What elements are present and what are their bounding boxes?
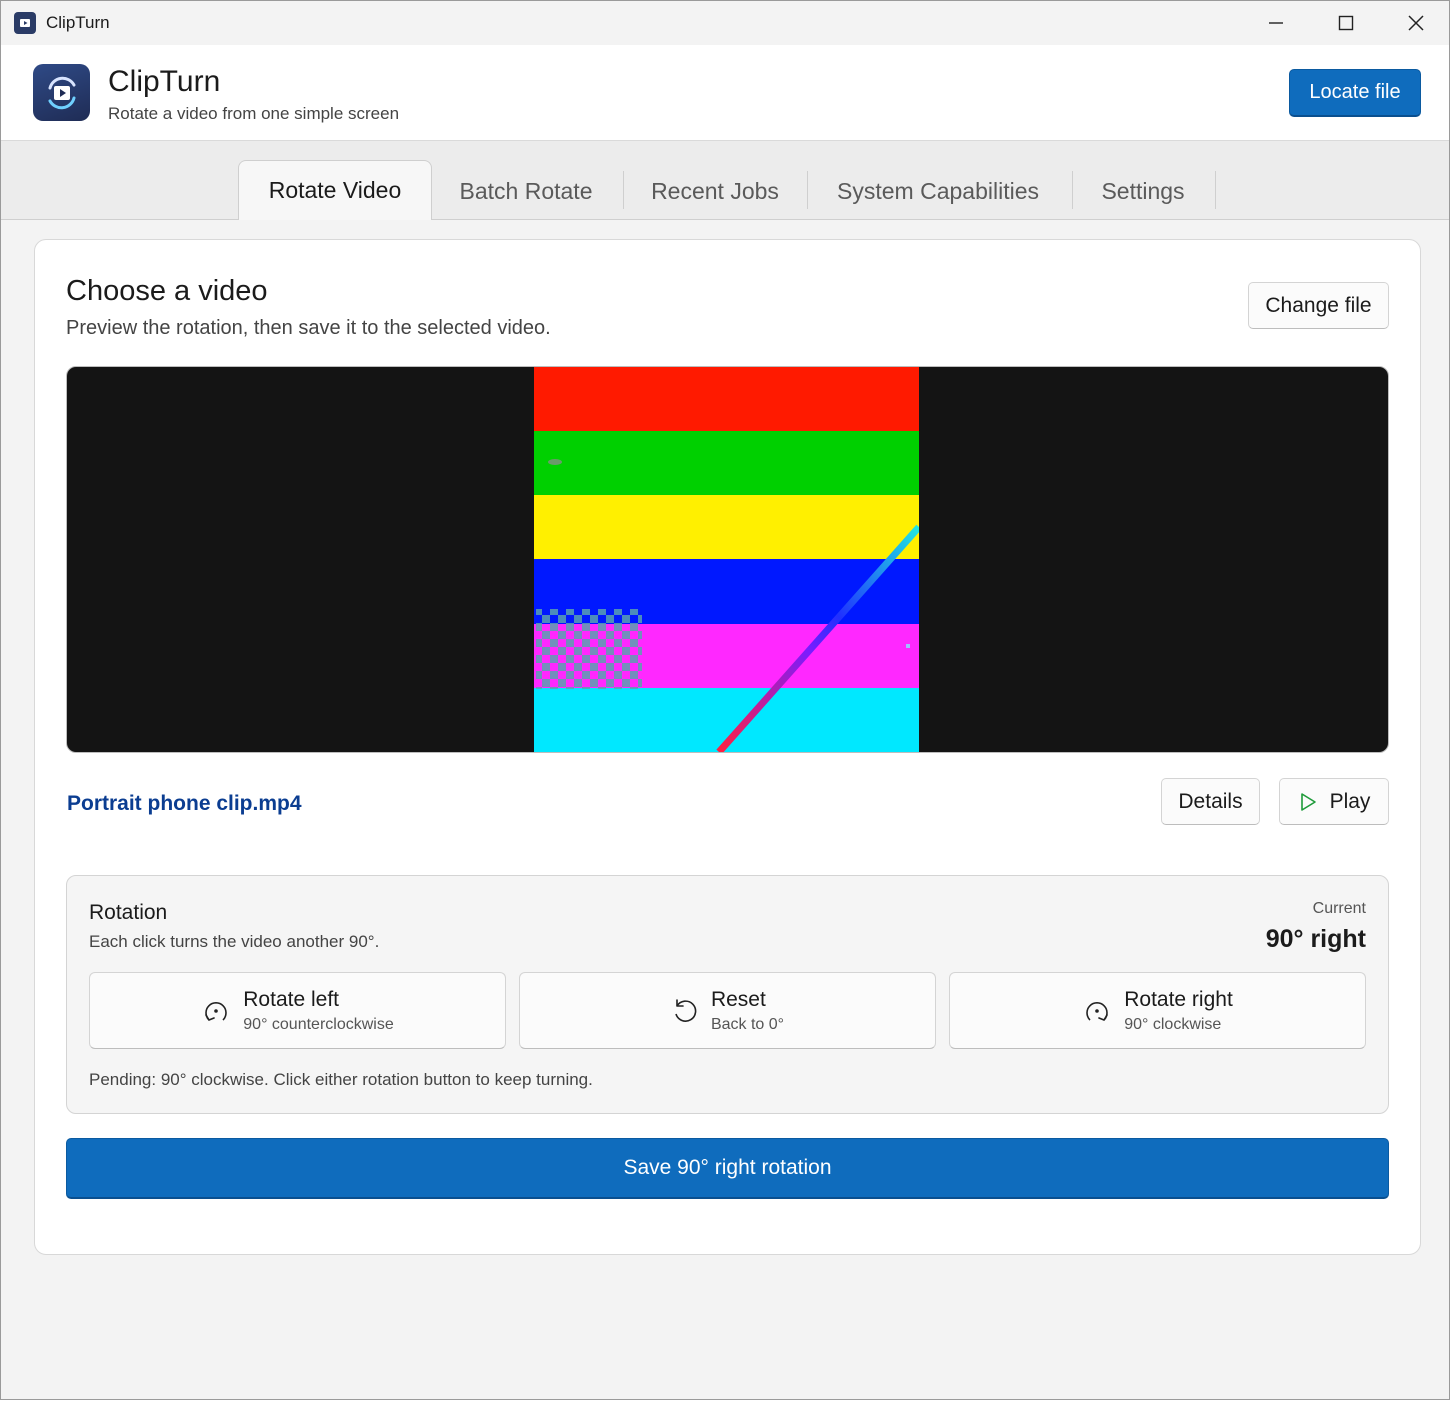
reset-button[interactable]: Reset Back to 0° [519,972,936,1049]
tab-bar: Rotate Video Batch Rotate Recent Jobs Sy… [1,141,1449,221]
current-rotation-value: 90° right [1265,925,1366,953]
maximize-icon [1338,15,1354,31]
details-button[interactable]: Details [1161,778,1260,825]
rotation-title: Rotation [89,901,168,924]
rotate-left-sublabel: 90° counterclockwise [243,1015,394,1033]
pending-status: Pending: 90° clockwise. Click either rot… [89,1070,593,1089]
tab-recent-jobs[interactable]: Recent Jobs [633,171,797,211]
tab-system-capabilities[interactable]: System Capabilities [817,171,1059,211]
content-area: Choose a video Preview the rotation, the… [1,220,1449,1399]
tab-settings[interactable]: Settings [1081,171,1205,211]
maximize-button[interactable] [1311,1,1381,45]
play-button[interactable]: Play [1279,778,1389,825]
rotate-left-icon [205,1001,228,1021]
tab-batch-rotate[interactable]: Batch Rotate [441,171,611,211]
locate-file-button[interactable]: Locate file [1289,69,1421,117]
reset-icon [675,998,697,1022]
video-frame [534,367,919,752]
reset-label: Reset [710,987,766,1011]
window-title: ClipTurn [46,13,110,32]
play-icon [1300,792,1316,811]
rotate-left-label: Rotate left [243,987,339,1011]
app-window: ClipTurn ClipTurn Rotate a video from on… [0,0,1450,1400]
current-label: Current [1312,900,1366,917]
minimize-icon [1269,22,1283,24]
rotate-right-sublabel: 90° clockwise [1124,1015,1222,1033]
tab-separator [1215,171,1216,209]
rotation-subtitle: Each click turns the video another 90°. [89,932,380,951]
tab-separator [623,171,624,209]
app-small-icon [14,12,36,34]
rotation-panel: Rotation Each click turns the video anot… [66,875,1389,1114]
app-header: ClipTurn Rotate a video from one simple … [1,45,1449,141]
close-button[interactable] [1381,1,1449,45]
play-label: Play [1329,789,1371,813]
rotate-right-icon [1086,1001,1109,1021]
change-file-button[interactable]: Change file [1248,282,1389,329]
app-subtitle: Rotate a video from one simple screen [108,104,400,123]
app-name: ClipTurn [108,65,221,98]
video-preview[interactable] [66,366,1389,753]
tab-separator [807,171,808,209]
save-rotation-button[interactable]: Save 90° right rotation [66,1138,1389,1199]
frame-overlay [536,459,919,752]
rotate-right-button[interactable]: Rotate right 90° clockwise [949,972,1366,1049]
minimize-button[interactable] [1241,1,1311,45]
close-icon [1408,15,1424,31]
rotate-video-card: Choose a video Preview the rotation, the… [34,239,1421,1255]
rotate-left-button[interactable]: Rotate left 90° counterclockwise [89,972,506,1049]
rotate-right-label: Rotate right [1124,987,1233,1011]
section-title: Choose a video [66,275,268,307]
file-name-link[interactable]: Portrait phone clip.mp4 [67,792,302,816]
tab-rotate-video[interactable]: Rotate Video [238,160,432,221]
section-subtitle: Preview the rotation, then save it to th… [66,317,551,339]
reset-sublabel: Back to 0° [710,1015,785,1033]
title-bar: ClipTurn [1,1,1449,45]
app-logo-icon [33,64,90,121]
tab-separator [1072,171,1073,209]
